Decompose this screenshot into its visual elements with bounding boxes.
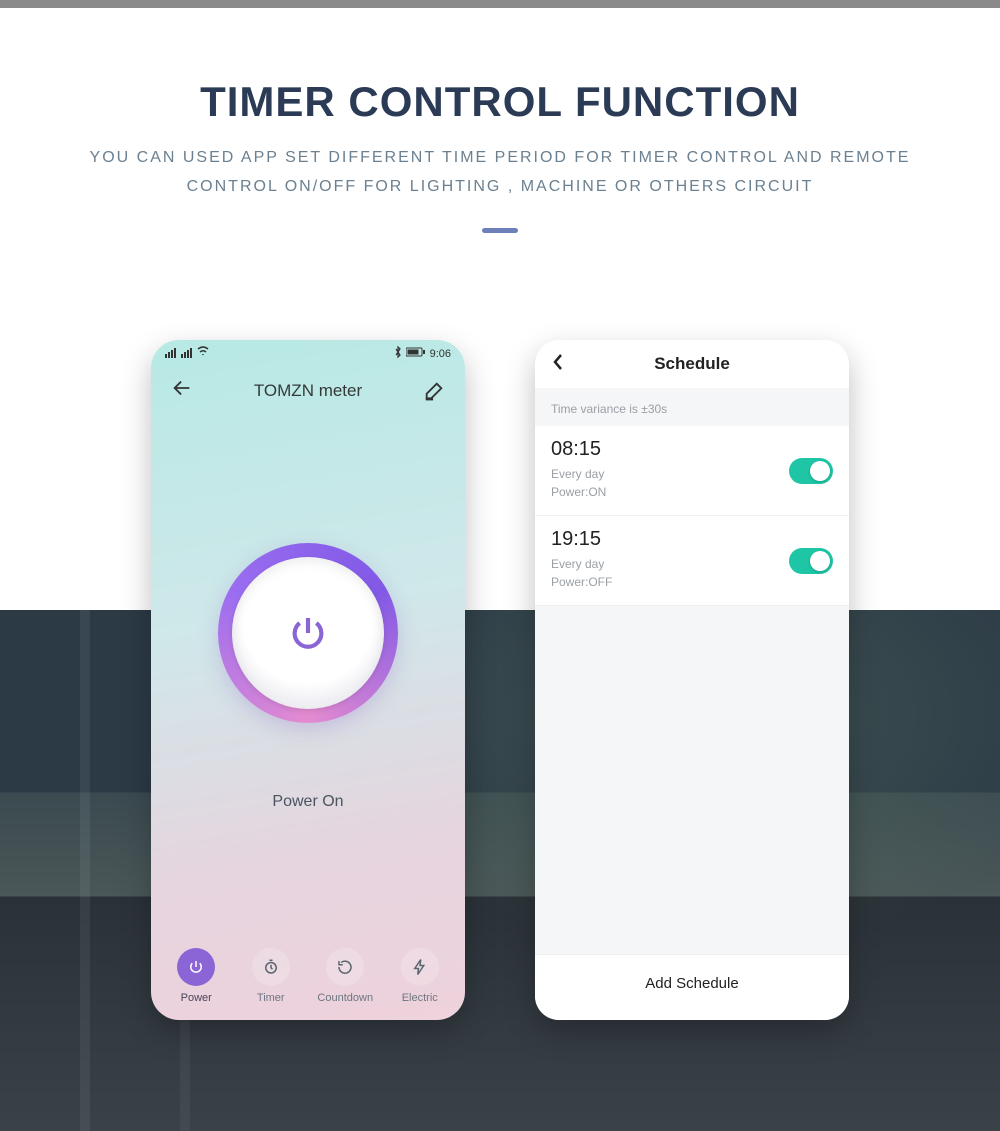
tab-electric[interactable]: Electric bbox=[390, 948, 450, 1004]
tab-label: Electric bbox=[402, 992, 438, 1004]
signal-icons bbox=[165, 346, 211, 361]
power-button-inner bbox=[232, 557, 384, 709]
status-time: 9:06 bbox=[430, 348, 451, 360]
add-schedule-button[interactable]: Add Schedule bbox=[535, 954, 849, 1020]
page-top-strip bbox=[0, 0, 1000, 8]
tab-label: Countdown bbox=[317, 992, 373, 1004]
phones-row: 9:06 TOMZN meter Power On Power bbox=[0, 340, 1000, 1020]
app-bar: TOMZN meter bbox=[151, 363, 465, 415]
bluetooth-icon bbox=[394, 346, 402, 361]
battery-icon bbox=[406, 347, 426, 360]
hero-subtitle: YOU CAN USED APP SET DIFFERENT TIME PERI… bbox=[60, 144, 940, 202]
schedule-item[interactable]: 19:15 Every day Power:OFF bbox=[535, 516, 849, 606]
power-status-label: Power On bbox=[272, 793, 343, 811]
power-tab-icon bbox=[177, 948, 215, 986]
edit-icon[interactable] bbox=[423, 380, 445, 402]
phone-schedule-app: Schedule Time variance is ±30s 08:15 Eve… bbox=[535, 340, 849, 1020]
timer-tab-icon bbox=[252, 948, 290, 986]
back-chevron-icon[interactable] bbox=[551, 352, 565, 378]
hero-title: TIMER CONTROL FUNCTION bbox=[60, 78, 940, 126]
app-bar-title: TOMZN meter bbox=[254, 381, 362, 401]
countdown-tab-icon bbox=[326, 948, 364, 986]
schedule-empty-area bbox=[535, 606, 849, 954]
schedule-repeat: Every day bbox=[551, 467, 604, 481]
tab-label: Timer bbox=[257, 992, 285, 1004]
schedule-time: 19:15 bbox=[551, 528, 833, 551]
schedule-time: 08:15 bbox=[551, 438, 833, 461]
schedule-toggle[interactable] bbox=[789, 458, 833, 484]
schedule-action: Power:ON bbox=[551, 485, 606, 499]
schedule-action: Power:OFF bbox=[551, 575, 612, 589]
schedule-title: Schedule bbox=[654, 354, 730, 374]
power-control-area: Power On bbox=[151, 415, 465, 938]
power-button[interactable] bbox=[218, 543, 398, 723]
electric-tab-icon bbox=[401, 948, 439, 986]
schedule-note: Time variance is ±30s bbox=[535, 388, 849, 426]
tab-label: Power bbox=[181, 992, 212, 1004]
power-icon bbox=[288, 613, 328, 653]
tab-power[interactable]: Power bbox=[166, 948, 226, 1004]
phone-power-app: 9:06 TOMZN meter Power On Power bbox=[151, 340, 465, 1020]
hero-section: TIMER CONTROL FUNCTION YOU CAN USED APP … bbox=[0, 8, 1000, 263]
back-icon[interactable] bbox=[171, 377, 193, 405]
tab-timer[interactable]: Timer bbox=[241, 948, 301, 1004]
schedule-toggle[interactable] bbox=[789, 548, 833, 574]
hero-divider bbox=[482, 228, 518, 233]
schedule-header: Schedule bbox=[535, 340, 849, 388]
schedule-item[interactable]: 08:15 Every day Power:ON bbox=[535, 426, 849, 516]
tab-countdown[interactable]: Countdown bbox=[315, 948, 375, 1004]
status-bar: 9:06 bbox=[151, 340, 465, 363]
bottom-tab-bar: Power Timer Countdown Electric bbox=[151, 938, 465, 1020]
schedule-repeat: Every day bbox=[551, 557, 604, 571]
